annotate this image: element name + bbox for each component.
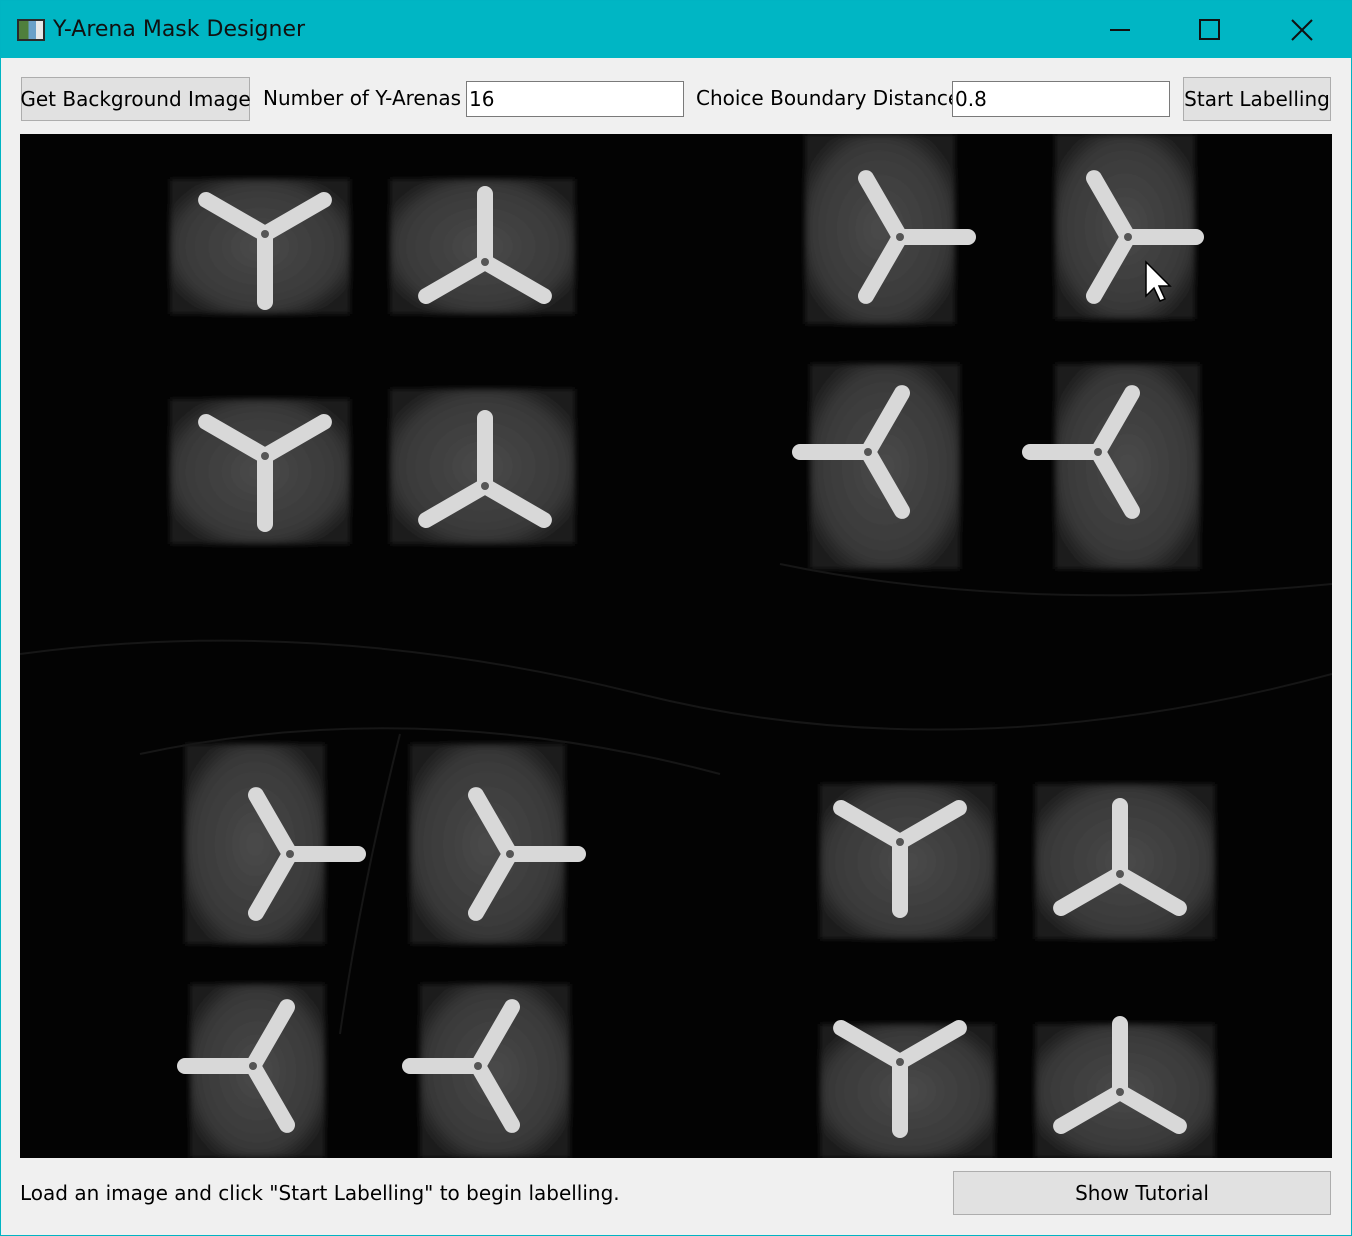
show-tutorial-button[interactable]: Show Tutorial — [953, 1171, 1331, 1215]
y-arena-tile — [1022, 364, 1200, 569]
y-arena-center — [896, 233, 904, 241]
status-text: Load an image and click "Start Labelling… — [20, 1181, 620, 1205]
y-arena-center — [896, 1058, 904, 1066]
y-arena-center — [506, 850, 514, 858]
close-button[interactable] — [1257, 1, 1347, 58]
y-arena-center — [896, 838, 904, 846]
y-arena-tile — [177, 984, 325, 1158]
y-arena-tile — [1055, 134, 1204, 319]
y-arena-center — [1116, 870, 1124, 878]
y-arena-tile — [1035, 1016, 1215, 1158]
y-arena-center — [481, 258, 489, 266]
title-bar[interactable]: Y-Arena Mask Designer — [1, 1, 1351, 58]
maximize-button[interactable] — [1165, 1, 1255, 58]
y-arena-tile — [820, 1020, 995, 1158]
y-arena-tile — [1035, 784, 1215, 939]
y-arena-center — [481, 482, 489, 490]
y-arena-tile — [170, 399, 350, 544]
arena-tile-background — [410, 744, 565, 944]
y-arena-center — [249, 1062, 257, 1070]
close-icon — [1291, 18, 1313, 41]
maximize-icon — [1199, 18, 1220, 40]
y-arena-tile — [402, 984, 570, 1158]
y-arena-center — [1116, 1088, 1124, 1096]
minimize-button[interactable] — [1075, 1, 1165, 58]
y-arena-tile — [170, 179, 350, 314]
y-arena-tile — [390, 179, 575, 314]
y-arena-center — [286, 850, 294, 858]
y-arena-tile — [805, 134, 976, 324]
arena-image[interactable] — [20, 134, 1332, 1158]
y-arena-center — [261, 452, 269, 460]
start-labelling-button[interactable]: Start Labelling — [1183, 77, 1331, 121]
num-arenas-label: Number of Y-Arenas — [263, 86, 462, 110]
choice-boundary-input[interactable] — [952, 81, 1170, 117]
y-arena-center — [1094, 448, 1102, 456]
minimize-icon — [1110, 28, 1130, 31]
y-arena-tile — [820, 784, 995, 939]
y-arena-tile — [390, 389, 575, 544]
app-icon — [17, 19, 45, 41]
choice-boundary-label: Choice Boundary Distance — [696, 86, 961, 110]
app-window: Y-Arena Mask Designer Get Background Ima… — [0, 0, 1352, 1236]
window-title: Y-Arena Mask Designer — [53, 17, 306, 42]
arena-image-viewer[interactable] — [20, 134, 1332, 1158]
client-area: Get Background Image Number of Y-Arenas … — [1, 58, 1351, 1235]
y-arena-center — [864, 448, 872, 456]
num-arenas-input[interactable] — [466, 81, 684, 117]
y-arena-center — [1124, 233, 1132, 241]
y-arena-center — [261, 230, 269, 238]
get-background-image-button[interactable]: Get Background Image — [20, 77, 251, 121]
y-arena-tile — [410, 744, 586, 944]
y-arena-tile — [792, 364, 960, 569]
y-arena-center — [474, 1062, 482, 1070]
